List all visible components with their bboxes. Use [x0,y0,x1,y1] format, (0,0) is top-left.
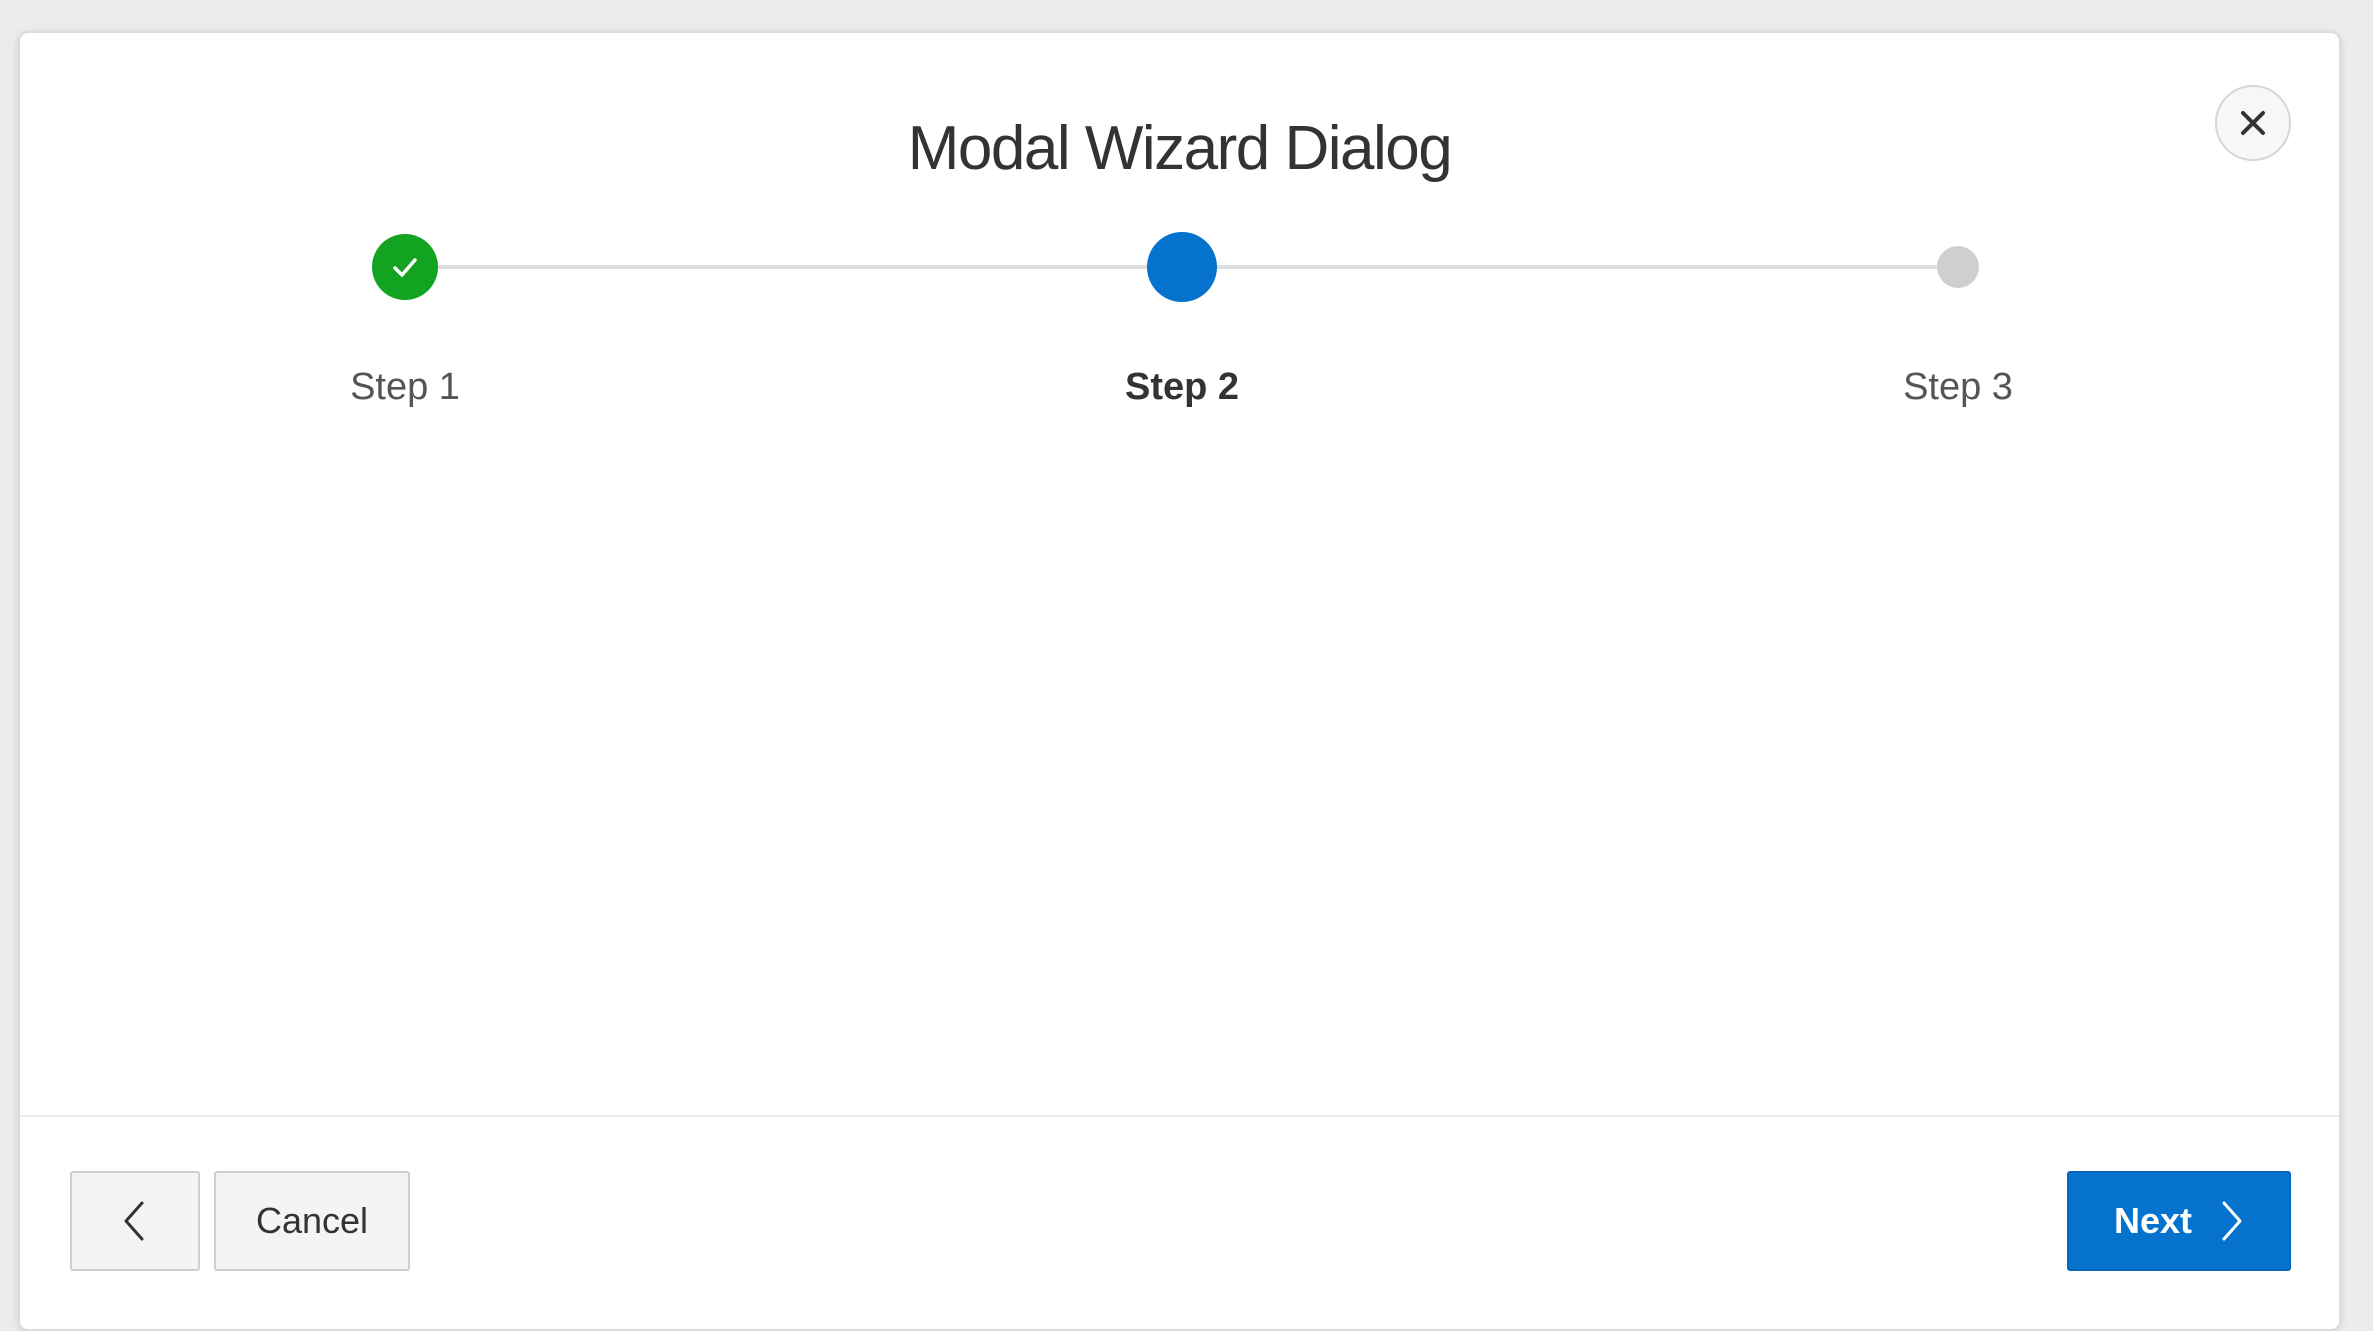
modal-wizard-dialog: Modal Wizard Dialog Step 1 Step 2 Step 3 [18,31,2341,1331]
train-stop-label-step-3: Step 3 [1903,366,2013,408]
train-stop-step-3[interactable] [1937,246,1979,288]
train-stop-step-2[interactable] [1147,232,1217,302]
checkmark-icon [388,250,422,284]
next-button[interactable]: Next [2067,1171,2291,1271]
train-stop-label-step-1: Step 1 [350,366,460,408]
train-stop-step-1[interactable] [372,234,438,300]
next-button-label: Next [2113,1200,2193,1241]
cancel-button-label: Cancel [255,1200,369,1241]
cancel-button[interactable]: Cancel [214,1171,410,1271]
chevron-left-icon [120,1199,150,1243]
chevron-right-icon [2218,1199,2244,1243]
train-stop-label-step-2: Step 2 [1124,366,1240,408]
step-train: Step 1 Step 2 Step 3 [20,33,2339,433]
footer-divider [20,1115,2339,1117]
back-button[interactable] [70,1171,200,1271]
